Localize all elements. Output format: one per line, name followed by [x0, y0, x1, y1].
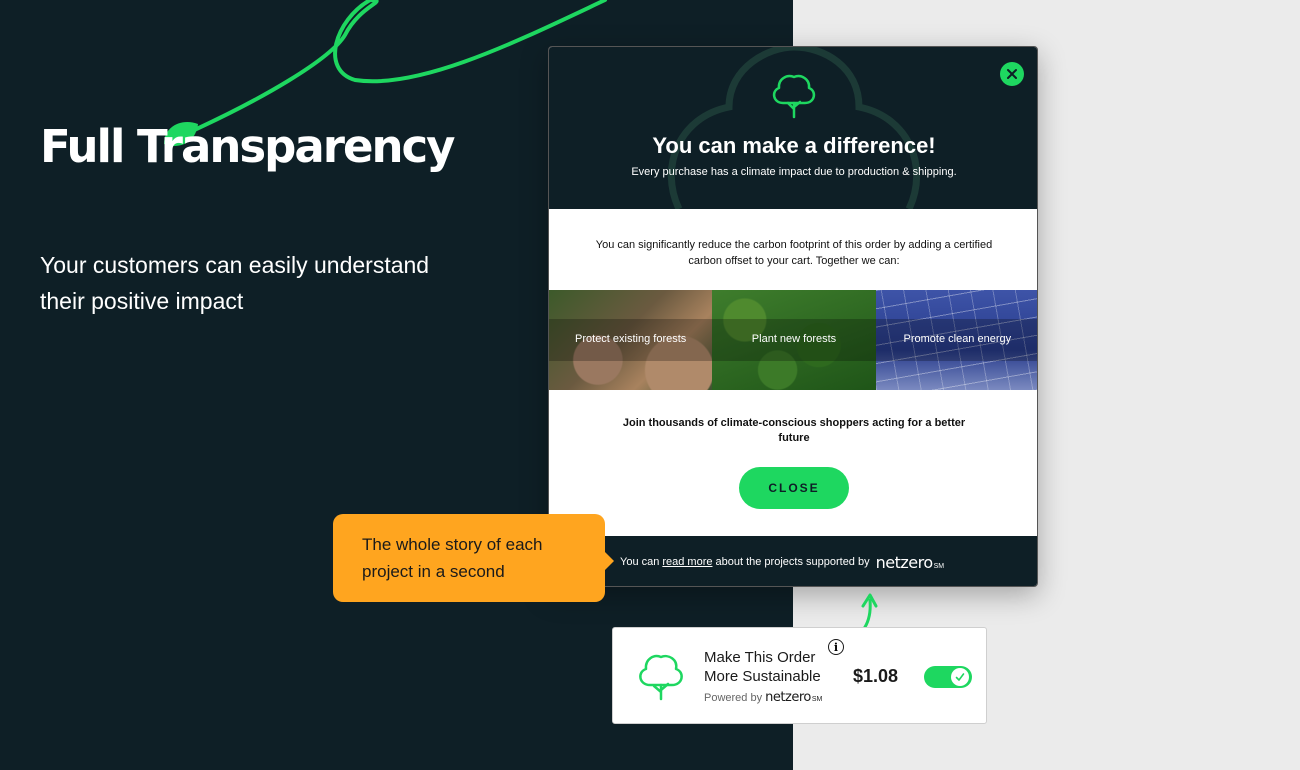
callout-tooltip: The whole story of each project in a sec… [333, 514, 605, 602]
tile-protect-forests: Protect existing forests [549, 290, 713, 390]
footer-suffix: about the projects supported by [715, 556, 870, 568]
read-more-link[interactable]: read more [662, 556, 712, 568]
powered-by: Powered by netzero SM [704, 690, 823, 705]
offset-price: $1.08 [853, 666, 899, 686]
tile-label: Plant new forests [751, 333, 837, 345]
netzero-logo: netzero SM [875, 552, 945, 572]
hero-subtitle: Your customers can easily understand the… [40, 252, 430, 314]
tile-label: Promote clean energy [903, 333, 1012, 345]
modal-close-icon-button[interactable] [1000, 62, 1024, 86]
offset-toggle[interactable] [924, 666, 972, 688]
tree-icon [772, 74, 816, 119]
modal-title: You can make a difference! [652, 133, 936, 158]
modal-join-text: Join thousands of climate-conscious shop… [622, 417, 966, 444]
footer-prefix: You can [620, 556, 660, 568]
tile-plant-forests: Plant new forests [712, 290, 876, 390]
widget-title: Make This Order More Sustainable [704, 649, 821, 685]
close-button[interactable]: CLOSE [739, 467, 849, 509]
climate-modal: You can make a difference! Every purchas… [548, 46, 1038, 587]
modal-subtitle: Every purchase has a climate impact due … [631, 166, 957, 178]
tree-icon [639, 654, 683, 701]
project-tiles: Protect existing forests Plant new fores… [549, 290, 1037, 390]
close-icon [1007, 69, 1017, 79]
sustainability-widget: Make This Order More Sustainable i Power… [612, 627, 987, 724]
netzero-logo: netzero SM [765, 690, 823, 705]
modal-description: You can significantly reduce the carbon … [595, 239, 993, 267]
modal-footer: You can read more about the projects sup… [549, 536, 1037, 586]
hero-title: Full Transparency [40, 120, 456, 173]
callout-pointer [605, 552, 614, 570]
tile-clean-energy: Promote clean energy [875, 290, 1037, 390]
modal-header: You can make a difference! Every purchas… [549, 47, 1037, 209]
check-icon [955, 673, 965, 681]
tile-label: Protect existing forests [575, 333, 687, 345]
info-icon[interactable]: i [828, 639, 844, 655]
toggle-knob [951, 668, 969, 686]
